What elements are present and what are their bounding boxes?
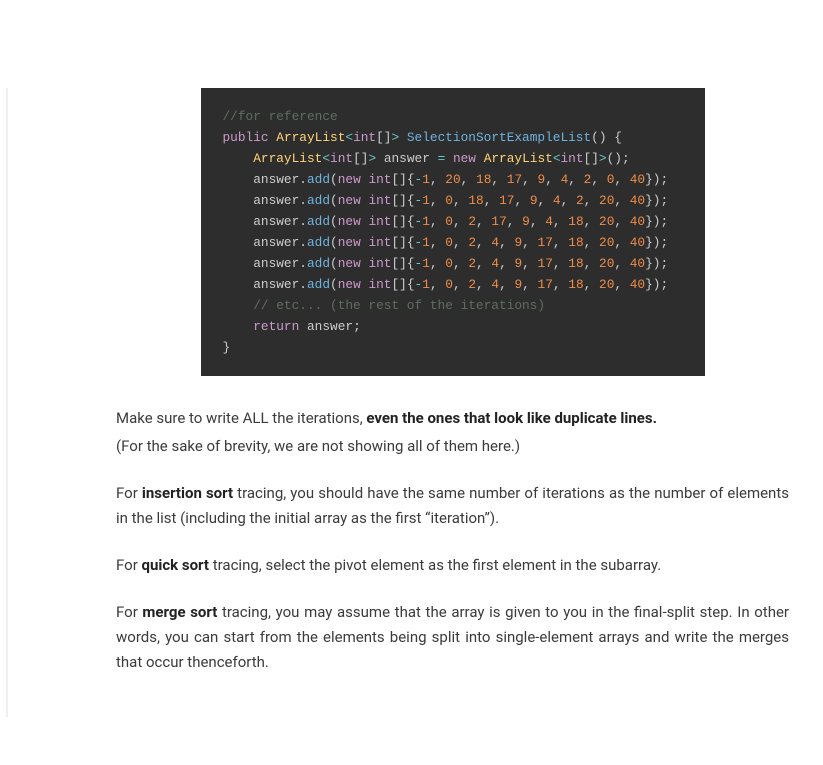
code-row: answer.add(new int[]{-1, 0, 18, 17, 9, 4… [223, 193, 669, 208]
p3-text-bold: quick sort [142, 556, 210, 574]
type-arraylist: ArrayList [276, 130, 345, 145]
p3-text-a: For [116, 556, 142, 574]
type-arraylist: ArrayList [484, 151, 553, 166]
p4-text-bold: merge sort [142, 603, 217, 621]
paragraph-quick-sort: For quick sort tracing, select the pivot… [116, 553, 789, 578]
kw-new: new [453, 151, 476, 166]
func-name: SelectionSortExampleList [407, 130, 591, 145]
code-block: //for reference public ArrayList<int[]> … [201, 88, 705, 376]
paragraph-all-iterations: Make sure to write ALL the iterations, e… [116, 406, 789, 459]
p3-text-c: tracing, select the pivot element as the… [209, 556, 661, 574]
paragraph-merge-sort: For merge sort tracing, you may assume t… [116, 600, 789, 675]
p1-text-bold: even the ones that look like duplicate l… [366, 409, 657, 427]
p1-subnote: (For the sake of brevity, we are not sho… [116, 434, 789, 459]
document-body: //for reference public ArrayList<int[]> … [6, 88, 823, 717]
code-row: answer.add(new int[]{-1, 0, 2, 4, 9, 17,… [223, 235, 669, 250]
kw-int: int [353, 130, 376, 145]
p4-text-c: tracing, you may assume that the array i… [116, 603, 789, 671]
code-row: answer.add(new int[]{-1, 0, 2, 4, 9, 17,… [223, 277, 669, 292]
kw-return: return [253, 319, 299, 334]
p2-text-a: For [116, 484, 142, 502]
kw-int: int [330, 151, 353, 166]
code-row: answer.add(new int[]{-1, 0, 2, 4, 9, 17,… [223, 256, 669, 271]
p2-text-bold: insertion sort [142, 484, 233, 502]
var-answer: answer [307, 319, 353, 334]
code-comment: //for reference [223, 109, 338, 124]
type-arraylist: ArrayList [253, 151, 322, 166]
code-row: answer.add(new int[]{-1, 20, 18, 17, 9, … [223, 172, 669, 187]
code-comment-etc: // etc... (the rest of the iterations) [253, 298, 545, 313]
var-answer: answer [384, 151, 430, 166]
kw-int: int [561, 151, 584, 166]
kw-public: public [223, 130, 269, 145]
code-row: answer.add(new int[]{-1, 0, 2, 17, 9, 4,… [223, 214, 669, 229]
p1-text-a: Make sure to write ALL the iterations, [116, 409, 366, 427]
p4-text-a: For [116, 603, 142, 621]
paragraph-insertion-sort: For insertion sort tracing, you should h… [116, 481, 789, 531]
